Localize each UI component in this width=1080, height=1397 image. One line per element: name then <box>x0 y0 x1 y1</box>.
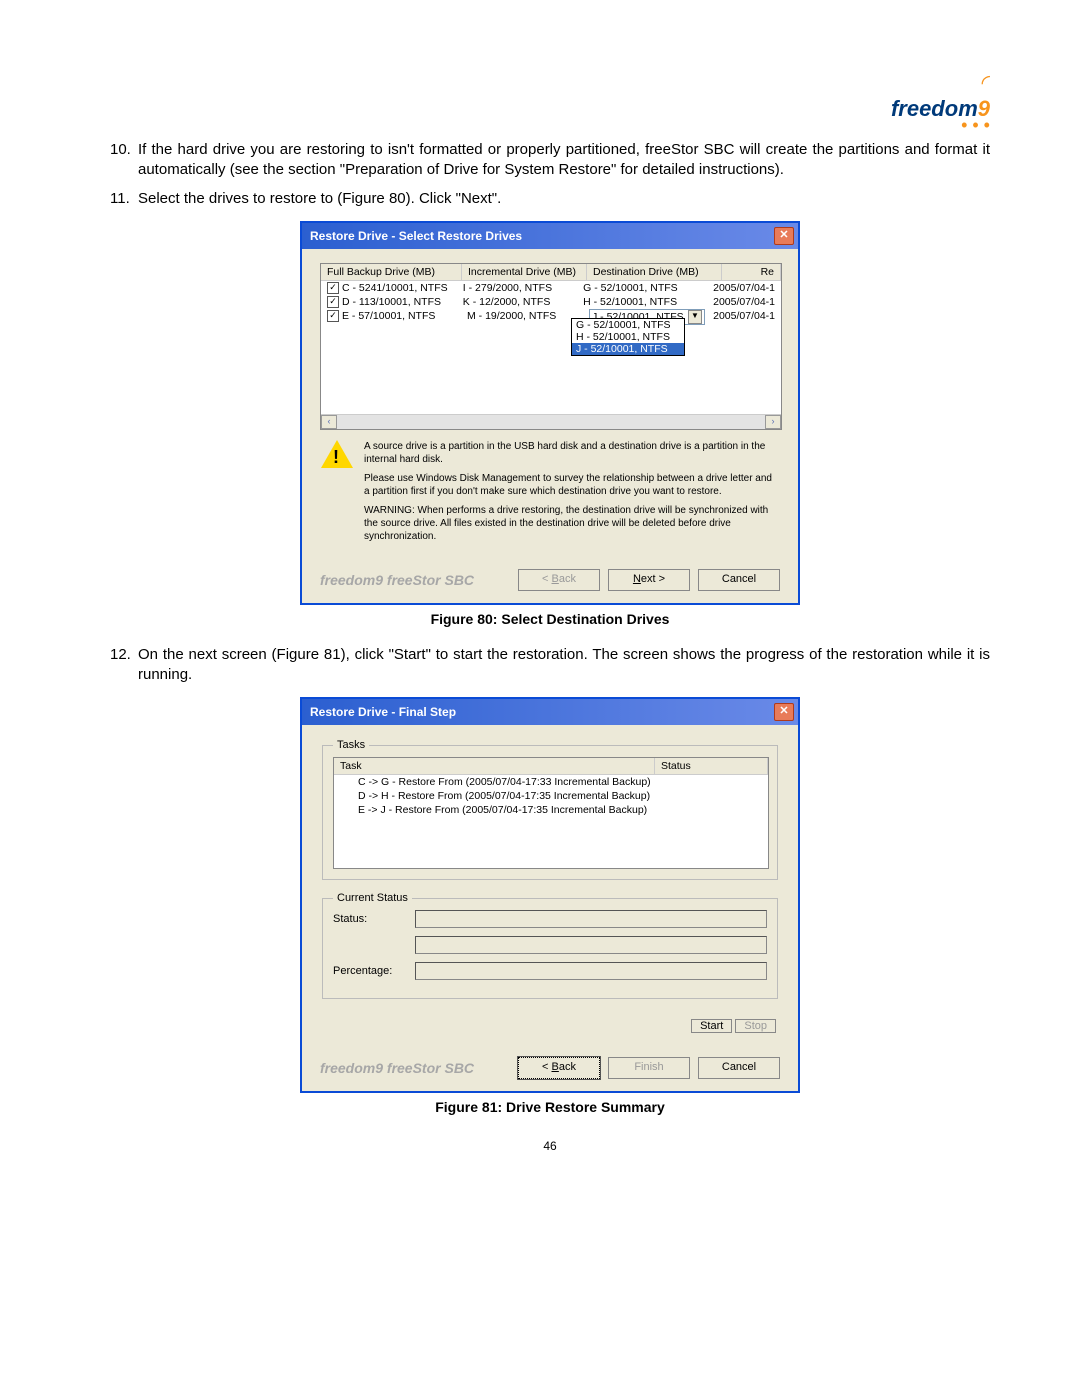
tasks-table: Task Status C -> G - Restore From (2005/… <box>333 757 769 869</box>
titlebar: Restore Drive - Final Step ✕ <box>302 699 798 725</box>
col-status[interactable]: Status <box>655 758 768 774</box>
status-field-2 <box>415 936 767 954</box>
scroll-left-icon[interactable]: ‹ <box>321 415 337 429</box>
close-icon[interactable]: ✕ <box>774 703 794 721</box>
cancel-button[interactable]: Cancel <box>698 569 780 591</box>
col-incremental[interactable]: Incremental Drive (MB) <box>462 264 587 280</box>
status-label: Status: <box>333 913 403 925</box>
tasks-fieldset: Tasks Task Status C -> G - Restore From … <box>322 739 778 880</box>
table-row[interactable]: ✓C - 5241/10001, NTFS I - 279/2000, NTFS… <box>321 281 781 295</box>
col-re[interactable]: Re <box>722 264 781 280</box>
footer-brand: freedom9 freeStor SBC <box>320 1060 474 1076</box>
next-button[interactable]: Next > <box>608 569 690 591</box>
checkbox-icon[interactable]: ✓ <box>327 282 339 294</box>
brand-logo: ◜ freedom9 • • • <box>891 70 990 128</box>
titlebar: Restore Drive - Select Restore Drives ✕ <box>302 223 798 249</box>
page-number: 46 <box>110 1139 990 1153</box>
start-button[interactable]: Start <box>691 1019 732 1033</box>
scroll-right-icon[interactable]: › <box>765 415 781 429</box>
checkbox-icon[interactable]: ✓ <box>327 296 339 308</box>
logo-arc: ◜ <box>981 70 990 95</box>
current-status-legend: Current Status <box>333 892 412 904</box>
col-task[interactable]: Task <box>334 758 655 774</box>
percentage-field <box>415 962 767 980</box>
col-full-backup[interactable]: Full Backup Drive (MB) <box>321 264 462 280</box>
status-field <box>415 910 767 928</box>
percentage-label: Percentage: <box>333 965 403 977</box>
table-row[interactable]: E -> J - Restore From (2005/07/04-17:35 … <box>334 803 768 817</box>
close-icon[interactable]: ✕ <box>774 227 794 245</box>
tasks-legend: Tasks <box>333 739 369 751</box>
drive-table: Full Backup Drive (MB) Incremental Drive… <box>320 263 782 430</box>
step-text: If the hard drive you are restoring to i… <box>138 140 990 181</box>
figure-caption: Figure 81: Drive Restore Summary <box>110 1099 990 1115</box>
table-row[interactable]: C -> G - Restore From (2005/07/04-17:33 … <box>334 775 768 789</box>
step-text: Select the drives to restore to (Figure … <box>138 189 501 209</box>
step-text: On the next screen (Figure 81), click "S… <box>138 645 990 686</box>
table-row[interactable]: ✓D - 113/10001, NTFS K - 12/2000, NTFS H… <box>321 295 781 309</box>
dropdown-option-selected[interactable]: J - 52/10001, NTFS <box>572 343 684 355</box>
finish-button[interactable]: Finish <box>608 1057 690 1079</box>
table-row[interactable]: D -> H - Restore From (2005/07/04-17:35 … <box>334 789 768 803</box>
step-number: 11. <box>110 189 138 209</box>
back-button[interactable]: < Back <box>518 1057 600 1079</box>
logo-dots: • • • <box>891 122 990 128</box>
restore-final-dialog: Restore Drive - Final Step ✕ Tasks Task … <box>300 697 800 1093</box>
checkbox-icon[interactable]: ✓ <box>327 310 339 322</box>
restore-select-dialog: Restore Drive - Select Restore Drives ✕ … <box>300 221 800 605</box>
step-number: 10. <box>110 140 138 181</box>
figure-caption: Figure 80: Select Destination Drives <box>110 611 990 627</box>
back-button[interactable]: < Back <box>518 569 600 591</box>
cancel-button[interactable]: Cancel <box>698 1057 780 1079</box>
dialog-title: Restore Drive - Final Step <box>310 705 456 719</box>
current-status-fieldset: Current Status Status: Percentage: <box>322 892 778 999</box>
dropdown-list[interactable]: G - 52/10001, NTFS H - 52/10001, NTFS J … <box>571 318 685 356</box>
horizontal-scrollbar[interactable]: ‹ › <box>321 414 781 429</box>
col-destination[interactable]: Destination Drive (MB) <box>587 264 722 280</box>
chevron-down-icon[interactable]: ▼ <box>688 310 702 324</box>
stop-button[interactable]: Stop <box>735 1019 776 1033</box>
step-number: 12. <box>110 645 138 686</box>
dropdown-option[interactable]: G - 52/10001, NTFS <box>572 319 684 331</box>
step-12: 12. On the next screen (Figure 81), clic… <box>110 645 990 686</box>
dropdown-option[interactable]: H - 52/10001, NTFS <box>572 331 684 343</box>
info-text: A source drive is a partition in the USB… <box>364 440 780 549</box>
table-row[interactable]: ✓E - 57/10001, NTFS M - 19/2000, NTFS J … <box>321 309 781 325</box>
step-11: 11. Select the drives to restore to (Fig… <box>110 189 990 209</box>
dialog-title: Restore Drive - Select Restore Drives <box>310 229 522 243</box>
footer-brand: freedom9 freeStor SBC <box>320 572 474 588</box>
warning-icon <box>320 440 354 549</box>
step-10: 10. If the hard drive you are restoring … <box>110 140 990 181</box>
